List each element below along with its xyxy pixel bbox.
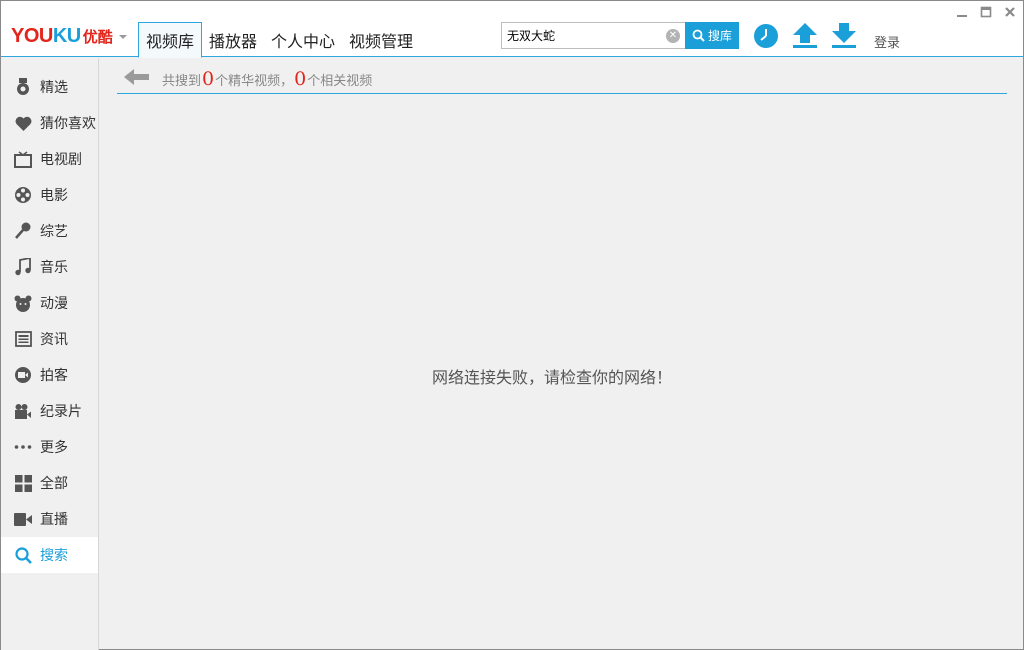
newspaper-icon [13,329,33,349]
music-note-icon [13,257,33,277]
back-arrow-icon[interactable] [124,67,150,87]
sidebar-item-all[interactable]: 全部 [1,465,98,501]
top-bar: YOUKU 优酷 视频库 播放器 个人中心 视频管理 ✕ 搜库 [1,1,1023,58]
grid-icon [13,473,33,493]
camera-icon [13,365,33,385]
tab-video-management[interactable]: 视频管理 [342,22,420,57]
upload-arrow-icon[interactable] [792,22,818,49]
sidebar-item-label: 直播 [40,512,68,528]
sidebar-item-search[interactable]: 搜索 [1,537,98,573]
search-box: ✕ [501,22,686,49]
tab-label: 播放器 [209,31,258,51]
microphone-icon [13,221,33,241]
sidebar-item-featured[interactable]: 精选 [1,69,98,105]
search-icon [13,545,33,565]
movie-camera-icon [13,401,33,421]
sidebar-item-movie[interactable]: 电影 [1,177,98,213]
sidebar-item-music[interactable]: 音乐 [1,249,98,285]
tab-personal-center[interactable]: 个人中心 [264,22,342,57]
related-count: 0 [294,68,307,90]
download-arrow-icon[interactable] [831,22,857,49]
sidebar-item-label: 精选 [40,80,68,96]
logo-text-ku: KU [52,25,81,47]
sidebar-item-live[interactable]: 直播 [1,501,98,537]
tab-player[interactable]: 播放器 [202,22,264,57]
film-reel-icon [13,185,33,205]
search-result-bar: 共搜到 0 个精华视频， 0 个相关视频 [117,63,1007,94]
sidebar-item-recommend[interactable]: 猜你喜欢 [1,105,98,141]
search-icon [692,29,705,42]
tab-label: 个人中心 [271,31,336,51]
category-sidebar: 精选 猜你喜欢 电视剧 电影 综艺 音乐 动漫 资讯 拍客 纪录片 更多 全部 … [1,58,99,650]
tab-label: 视频管理 [349,31,414,51]
search-input[interactable] [507,28,662,43]
maximize-icon[interactable] [978,4,994,20]
more-dots-icon [13,437,33,457]
network-error-message: 网络连接失败，请检查你的网络！ [432,368,673,387]
sidebar-item-label: 电视剧 [40,152,82,168]
sidebar-item-documentary[interactable]: 纪录片 [1,393,98,429]
clear-search-icon[interactable]: ✕ [666,29,680,43]
featured-suffix: 个精华视频， [215,74,294,89]
sidebar-item-label: 电影 [40,188,68,204]
heart-icon [13,113,33,133]
video-camera-icon [13,509,33,529]
tab-label: 视频库 [146,32,195,51]
login-link[interactable]: 登录 [874,32,900,51]
youku-logo[interactable]: YOUKU 优酷 [11,23,127,49]
main-tabs: 视频库 播放器 个人中心 视频管理 [138,22,420,58]
bear-face-icon [13,293,33,313]
sidebar-item-label: 全部 [40,476,68,492]
minimize-icon[interactable] [954,4,970,20]
sidebar-item-label: 动漫 [40,296,68,312]
app-window: YOUKU 优酷 视频库 播放器 个人中心 视频管理 ✕ 搜库 [0,0,1024,650]
search-button-label: 搜库 [707,29,732,43]
history-clock-icon[interactable] [753,23,779,49]
featured-count: 0 [202,68,215,90]
sidebar-item-label: 综艺 [40,224,68,240]
sidebar-item-news[interactable]: 资讯 [1,321,98,357]
sidebar-item-label: 搜索 [40,548,68,564]
tab-video-library[interactable]: 视频库 [138,22,203,58]
sidebar-item-label: 音乐 [40,260,68,276]
sidebar-item-label: 猜你喜欢 [40,116,96,132]
result-prefix: 共搜到 [162,74,202,89]
sidebar-item-label: 拍客 [40,368,68,384]
sidebar-item-variety[interactable]: 综艺 [1,213,98,249]
sidebar-item-label: 纪录片 [40,404,82,420]
medal-icon [13,77,33,97]
result-summary: 共搜到 0 个精华视频， 0 个相关视频 [162,68,372,90]
tv-icon [13,149,33,169]
related-suffix: 个相关视频 [307,74,373,89]
logo-wordmark: YOUKU [11,26,81,46]
logo-text-you: YOU [11,25,53,47]
logo-dropdown-icon[interactable] [118,35,127,39]
sidebar-item-label: 资讯 [40,332,68,348]
search-button[interactable]: 搜库 [685,22,739,49]
logo-cn-text: 优酷 [82,27,113,46]
sidebar-item-anime[interactable]: 动漫 [1,285,98,321]
sidebar-item-tv-series[interactable]: 电视剧 [1,141,98,177]
sidebar-item-label: 更多 [40,440,68,456]
sidebar-item-more[interactable]: 更多 [1,429,98,465]
close-icon[interactable] [1002,4,1018,20]
sidebar-item-paike[interactable]: 拍客 [1,357,98,393]
